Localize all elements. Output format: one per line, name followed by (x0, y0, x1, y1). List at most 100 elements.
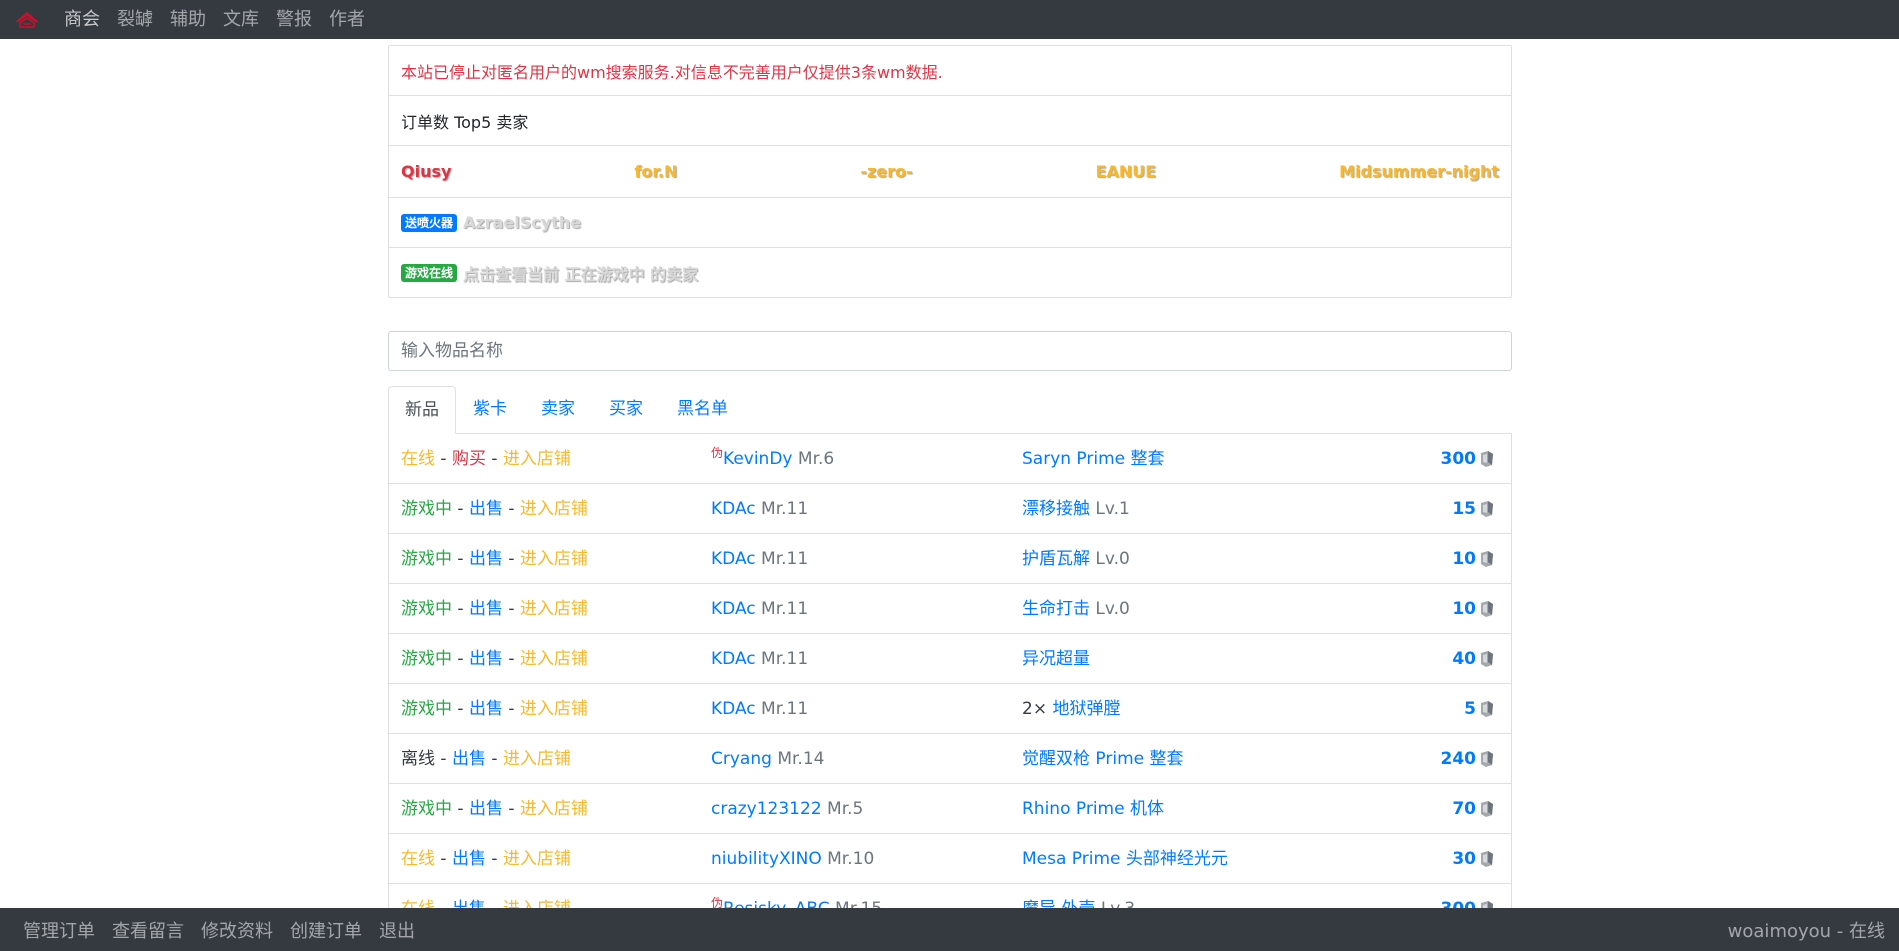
order-item[interactable]: 漂移接触 (1022, 499, 1090, 519)
create-order-link[interactable]: 创建订单 (290, 917, 362, 943)
order-user[interactable]: KevinDy (723, 449, 792, 469)
item-quantity: 2× (1022, 699, 1048, 719)
enter-shop-link[interactable]: 进入店铺 (520, 549, 588, 569)
table-row: 在线 - 购买 - 进入店铺 伪KevinDy Mr.6 Saryn Prime… (389, 434, 1511, 484)
fake-mark: 伪 (711, 446, 724, 460)
order-user[interactable]: niubilityXINO (711, 849, 822, 869)
order-action[interactable]: 出售 (452, 749, 486, 769)
enter-shop-link[interactable]: 进入店铺 (520, 599, 588, 619)
nav-jingbao[interactable]: 警报 (276, 0, 312, 39)
gift-row: 送喷火器 AzraelScythe (389, 198, 1511, 248)
online-row: 游戏在线 点击查看当前 正在游戏中 的卖家 (389, 248, 1511, 298)
order-status: 离线 (401, 749, 435, 769)
user-rank: Mr.14 (777, 749, 825, 769)
order-status: 在线 (401, 449, 435, 469)
top5-header-row: 订单数 Top5 卖家 (389, 96, 1511, 146)
order-item[interactable]: 觉醒双枪 Prime 整套 (1022, 749, 1184, 769)
user-rank: Mr.10 (827, 849, 875, 869)
order-user[interactable]: KDAc (711, 549, 756, 569)
tab-blacklist[interactable]: 黑名单 (660, 386, 745, 433)
gift-badge: 送喷火器 (401, 213, 458, 232)
enter-shop-link[interactable]: 进入店铺 (520, 699, 588, 719)
order-price: 30 (1452, 849, 1476, 869)
order-item[interactable]: Mesa Prime 头部神经光元 (1022, 849, 1228, 869)
tab-sellers[interactable]: 卖家 (524, 386, 592, 433)
item-level: Lv.1 (1095, 499, 1130, 519)
table-row: 游戏中 - 出售 - 进入店铺 KDAc Mr.11 护盾瓦解 Lv.0 10 (389, 534, 1511, 584)
warning-row: 本站已停止对匿名用户的wm搜索服务.对信息不完善用户仅提供3条wm数据. (389, 46, 1511, 96)
table-row: 游戏中 - 出售 - 进入店铺 KDAc Mr.11 异况超量 40 (389, 634, 1511, 684)
user-rank: Mr.11 (761, 649, 809, 669)
online-badge: 游戏在线 (401, 264, 458, 282)
bottom-navbar: 管理订单 查看留言 修改资料 创建订单 退出 woaimoyou - 在线 (0, 908, 1899, 951)
order-action[interactable]: 出售 (452, 849, 486, 869)
tab-buyers[interactable]: 买家 (592, 386, 660, 433)
order-item[interactable]: 生命打击 (1022, 599, 1090, 619)
order-user[interactable]: Cryang (711, 749, 772, 769)
platinum-icon (1481, 851, 1493, 867)
edit-profile-link[interactable]: 修改资料 (201, 917, 273, 943)
nav-zuozhe[interactable]: 作者 (329, 0, 365, 39)
top-navbar: 商会 裂罅 辅助 文库 警报 作者 (0, 0, 1899, 39)
order-user[interactable]: KDAc (711, 649, 756, 669)
order-action[interactable]: 出售 (469, 799, 503, 819)
nav-fuzhu[interactable]: 辅助 (170, 0, 206, 39)
top-seller-1[interactable]: Qiusy (401, 162, 451, 181)
order-item[interactable]: Rhino Prime 机体 (1022, 799, 1164, 819)
top-seller-5[interactable]: Midsummer-night (1339, 162, 1499, 181)
order-action[interactable]: 出售 (469, 649, 503, 669)
order-item[interactable]: 护盾瓦解 (1022, 549, 1090, 569)
order-user[interactable]: crazy123122 (711, 799, 822, 819)
manage-orders-link[interactable]: 管理订单 (23, 917, 95, 943)
platinum-icon (1481, 601, 1493, 617)
user-rank: Mr.6 (797, 449, 835, 469)
top-seller-2[interactable]: for.N (634, 162, 677, 181)
order-price: 15 (1452, 499, 1476, 519)
order-action[interactable]: 出售 (469, 599, 503, 619)
nav-shanghui[interactable]: 商会 (64, 0, 100, 39)
order-action[interactable]: 购买 (452, 449, 486, 469)
order-user[interactable]: KDAc (711, 699, 756, 719)
tab-riven[interactable]: 紫卡 (456, 386, 524, 433)
enter-shop-link[interactable]: 进入店铺 (503, 749, 571, 769)
order-price: 10 (1452, 549, 1476, 569)
online-sellers-link[interactable]: 点击查看当前 正在游戏中 的卖家 (463, 261, 698, 285)
platinum-icon (1481, 551, 1493, 567)
platinum-icon (1481, 501, 1493, 517)
tab-new[interactable]: 新品 (388, 386, 456, 434)
top-seller-4[interactable]: EANUE (1096, 162, 1157, 181)
order-item[interactable]: Saryn Prime 整套 (1022, 449, 1165, 469)
user-rank: Mr.11 (761, 699, 809, 719)
order-status: 游戏中 (401, 799, 452, 819)
item-search-input[interactable] (388, 331, 1512, 371)
view-messages-link[interactable]: 查看留言 (112, 917, 184, 943)
order-user[interactable]: KDAc (711, 599, 756, 619)
enter-shop-link[interactable]: 进入店铺 (520, 499, 588, 519)
logout-link[interactable]: 退出 (379, 917, 415, 943)
order-price: 40 (1452, 649, 1476, 669)
site-logo-icon[interactable] (14, 10, 40, 30)
order-price: 300 (1440, 449, 1477, 469)
order-user[interactable]: KDAc (711, 499, 756, 519)
enter-shop-link[interactable]: 进入店铺 (503, 449, 571, 469)
order-price: 10 (1452, 599, 1476, 619)
user-status[interactable]: woaimoyou - 在线 (1728, 917, 1885, 943)
order-item[interactable]: 异况超量 (1022, 649, 1090, 669)
nav-liexia[interactable]: 裂罅 (117, 0, 153, 39)
order-price: 5 (1464, 699, 1476, 719)
order-status: 游戏中 (401, 599, 452, 619)
gift-user[interactable]: AzraelScythe (463, 213, 581, 232)
top-seller-3[interactable]: -zero- (860, 162, 912, 181)
platinum-icon (1481, 701, 1493, 717)
nav-wenku[interactable]: 文库 (223, 0, 259, 39)
order-price: 70 (1452, 799, 1476, 819)
order-action[interactable]: 出售 (469, 699, 503, 719)
enter-shop-link[interactable]: 进入店铺 (520, 799, 588, 819)
enter-shop-link[interactable]: 进入店铺 (520, 649, 588, 669)
order-item[interactable]: 地狱弹膛 (1052, 699, 1120, 719)
order-action[interactable]: 出售 (469, 549, 503, 569)
item-level: Lv.0 (1095, 599, 1130, 619)
order-action[interactable]: 出售 (469, 499, 503, 519)
enter-shop-link[interactable]: 进入店铺 (503, 849, 571, 869)
table-row: 游戏中 - 出售 - 进入店铺 KDAc Mr.11 2× 地狱弹膛 5 (389, 684, 1511, 734)
